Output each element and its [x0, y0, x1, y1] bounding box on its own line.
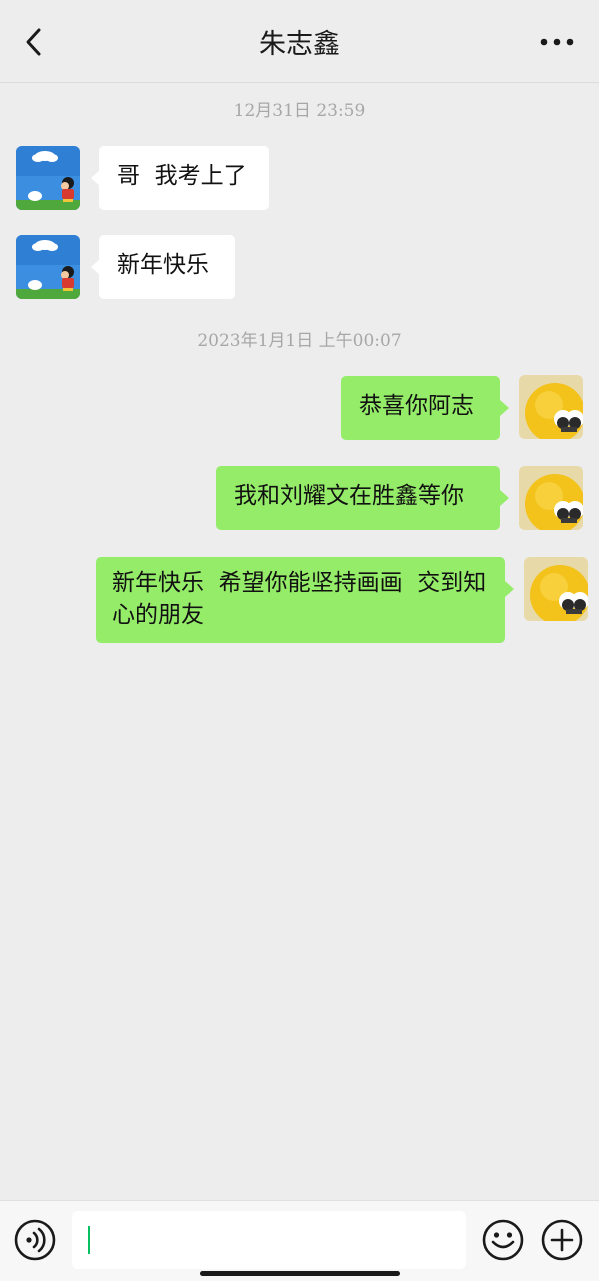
contact-avatar-image: [16, 235, 80, 299]
bubble-tail: [500, 490, 509, 506]
my-avatar-image: [524, 557, 588, 621]
voice-button[interactable]: [14, 1219, 56, 1261]
chat-header: 朱志鑫: [0, 0, 599, 83]
my-avatar[interactable]: [519, 375, 583, 439]
message-bubble-incoming[interactable]: 新年快乐: [99, 235, 235, 299]
bubble-tail: [500, 400, 509, 416]
message-bubble-outgoing[interactable]: 我和刘耀文在胜鑫等你: [216, 466, 500, 530]
contact-avatar[interactable]: [16, 146, 80, 210]
bubble-tail: [505, 581, 514, 597]
message-bubble-outgoing[interactable]: 恭喜你阿志: [341, 376, 500, 440]
more-horizontal-icon: [540, 38, 574, 46]
message-bubble-incoming[interactable]: 哥 我考上了: [99, 146, 269, 210]
my-avatar[interactable]: [519, 466, 583, 530]
contact-avatar-image: [16, 146, 80, 210]
more-button[interactable]: [535, 28, 579, 56]
text-caret: [88, 1226, 90, 1254]
message-bubble-outgoing[interactable]: 新年快乐 希望你能坚持画画 交到知心的朋友: [96, 557, 505, 643]
emoji-button[interactable]: [482, 1219, 524, 1261]
more-functions-button[interactable]: [541, 1219, 583, 1261]
input-bar: [0, 1200, 599, 1281]
my-avatar-image: [519, 466, 583, 530]
emoji-icon: [482, 1219, 524, 1261]
my-avatar[interactable]: [524, 557, 588, 621]
timestamp: 2023年1月1日 上午00:07: [197, 331, 402, 351]
timestamp: 12月31日 23:59: [233, 101, 366, 121]
my-avatar-image: [519, 375, 583, 439]
voice-icon: [14, 1219, 56, 1261]
chat-title: 朱志鑫: [259, 29, 340, 60]
home-indicator[interactable]: [200, 1271, 400, 1276]
contact-avatar[interactable]: [16, 235, 80, 299]
message-input[interactable]: [72, 1211, 466, 1269]
plus-icon: [541, 1219, 583, 1261]
